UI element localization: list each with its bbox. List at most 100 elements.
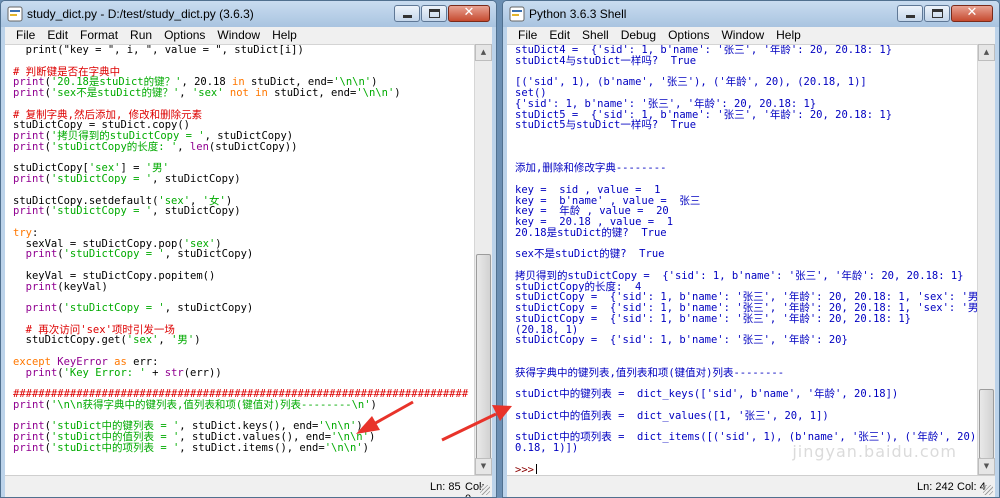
code-token: len bbox=[189, 140, 209, 153]
code-token: , stuDict.items(), end= bbox=[179, 441, 325, 454]
menu-format[interactable]: Format bbox=[74, 27, 124, 44]
code-line: print('Key Error: ' + str(err)) bbox=[13, 366, 474, 379]
shell-output-line: {'sid': 1, b'name': '张三', '年龄': 20, 20.1… bbox=[515, 97, 817, 110]
shell-output-line: stuDictCopy = {'sid': 1, b'name': '张三', … bbox=[515, 312, 912, 325]
code-token: 'sex不是stuDict的键？' bbox=[50, 87, 180, 99]
code-token: 'sex' bbox=[126, 334, 159, 347]
shell-menubar: File Edit Shell Debug Options Window Help bbox=[507, 27, 995, 44]
code-line: print('stuDictCopy = ', stuDictCopy) bbox=[13, 303, 474, 314]
close-icon: ✕ bbox=[463, 5, 475, 20]
close-button[interactable]: ✕ bbox=[448, 5, 490, 22]
shell-output-line: [('sid', 1), (b'name', '张三'), ('年龄', 20)… bbox=[515, 76, 867, 89]
menu-window[interactable]: Window bbox=[715, 27, 770, 44]
menu-shell[interactable]: Shell bbox=[576, 27, 615, 44]
editor-window[interactable]: study_dict.py - D:/test/study_dict.py (3… bbox=[0, 0, 497, 498]
editor-scroll-thumb[interactable] bbox=[476, 254, 491, 464]
code-token: print bbox=[13, 398, 45, 411]
shell-output-area[interactable]: stuDict4 = {'sid': 1, b'name': '张三', '年龄… bbox=[507, 44, 977, 475]
cursor-line-status: Ln: 85 bbox=[430, 481, 461, 493]
scroll-up-arrow-icon[interactable]: ▲ bbox=[475, 44, 492, 61]
code-token: ) bbox=[394, 87, 401, 99]
shell-output-text[interactable]: stuDict4 = {'sid': 1, b'name': '张三', '年龄… bbox=[507, 45, 977, 475]
shell-output-line: stuDict中的键列表 = dict_keys(['sid', b'name'… bbox=[515, 388, 899, 400]
editor-window-title: study_dict.py - D:/test/study_dict.py (3… bbox=[27, 7, 254, 21]
menu-file[interactable]: File bbox=[10, 27, 41, 44]
code-line: print('\n\n获得字典中的键列表,值列表和项(键值对)列表-------… bbox=[13, 398, 474, 411]
code-token: 'Key Error: ' bbox=[63, 366, 146, 379]
shell-output-line: key = sid , value = 1 bbox=[515, 183, 661, 196]
shell-window[interactable]: Python 3.6.3 Shell ✕ File Edit Shell Debug O… bbox=[502, 0, 1000, 498]
shell-output-line bbox=[515, 400, 977, 411]
code-text[interactable]: print("key = ", i, ", value = ", stuDict… bbox=[5, 45, 474, 454]
code-token: + bbox=[145, 366, 165, 379]
code-token: print bbox=[13, 87, 45, 99]
code-token: print bbox=[13, 173, 45, 185]
scroll-up-arrow-icon[interactable]: ▲ bbox=[978, 44, 995, 61]
menu-edit[interactable]: Edit bbox=[543, 27, 576, 44]
shell-output-line: stuDict中的值列表 = dict_values([1, '张三', 20,… bbox=[515, 409, 829, 422]
code-token: , bbox=[177, 140, 190, 153]
code-line: print('stuDict中的项列表 = ', stuDict.items()… bbox=[13, 441, 474, 454]
code-token: 'sex' bbox=[191, 87, 224, 99]
shell-scroll-thumb[interactable] bbox=[979, 389, 994, 459]
code-token: '\n\n获得字典中的键列表,值列表和项(键值对)列表--------\n' bbox=[50, 398, 371, 411]
scroll-down-arrow-icon[interactable]: ▼ bbox=[978, 458, 995, 475]
shell-titlebar[interactable]: Python 3.6.3 Shell ✕ bbox=[503, 1, 999, 27]
menu-edit[interactable]: Edit bbox=[41, 27, 74, 44]
maximize-icon bbox=[429, 9, 440, 18]
shell-output-line: 获得字典中的键列表,值列表和项(键值对)列表-------- bbox=[515, 366, 785, 379]
shell-output-line: stuDict5与stuDict一样吗? True bbox=[515, 119, 697, 132]
resize-grip-icon[interactable] bbox=[983, 485, 993, 495]
editor-titlebar[interactable]: study_dict.py - D:/test/study_dict.py (3… bbox=[1, 1, 496, 27]
code-token: , bbox=[179, 87, 192, 99]
scroll-down-arrow-icon[interactable]: ▼ bbox=[475, 458, 492, 475]
shell-scrollbar[interactable]: ▲ ▼ bbox=[977, 44, 995, 475]
resize-grip-icon[interactable] bbox=[480, 485, 490, 495]
code-token: , bbox=[158, 334, 172, 347]
menu-file[interactable]: File bbox=[512, 27, 543, 44]
minimize-icon bbox=[906, 15, 915, 18]
menu-options[interactable]: Options bbox=[662, 27, 715, 44]
shell-prompt-line[interactable]: >>> bbox=[515, 464, 977, 475]
python-idle-icon bbox=[7, 6, 23, 22]
minimize-button[interactable] bbox=[394, 5, 420, 22]
menu-options[interactable]: Options bbox=[158, 27, 211, 44]
shell-output-line: 20.18是stuDict的键? True bbox=[515, 226, 667, 239]
menu-help[interactable]: Help bbox=[266, 27, 303, 44]
code-token: 'stuDictCopy = ' bbox=[63, 302, 165, 314]
minimize-icon bbox=[403, 15, 412, 18]
code-token: print("key = ", i, ", value = ", stuDict… bbox=[13, 44, 304, 56]
maximize-button[interactable] bbox=[421, 5, 447, 22]
shell-output-line bbox=[515, 131, 977, 142]
editor-scrollbar[interactable]: ▲ ▼ bbox=[474, 44, 492, 475]
code-token: (err)) bbox=[183, 366, 222, 379]
code-token: '男' bbox=[171, 334, 195, 347]
close-icon: ✕ bbox=[966, 5, 978, 20]
code-editor[interactable]: print("key = ", i, ", value = ", stuDict… bbox=[5, 44, 474, 475]
shell-output-line bbox=[515, 142, 977, 153]
shell-output-line bbox=[515, 357, 977, 368]
code-token: 'stuDictCopy = ' bbox=[50, 205, 153, 218]
code-line: print('stuDictCopy = ', stuDictCopy) bbox=[13, 174, 474, 185]
menu-window[interactable]: Window bbox=[211, 27, 266, 44]
close-button[interactable]: ✕ bbox=[951, 5, 993, 22]
menu-run[interactable]: Run bbox=[124, 27, 158, 44]
code-token: , stuDictCopy) bbox=[164, 248, 254, 261]
minimize-button[interactable] bbox=[897, 5, 923, 22]
editor-menubar: File Edit Format Run Options Window Help bbox=[5, 27, 492, 44]
code-line: stuDictCopy.get('sex', '男') bbox=[13, 335, 474, 346]
code-token: , stuDictCopy) bbox=[152, 173, 241, 185]
menu-debug[interactable]: Debug bbox=[615, 27, 662, 44]
maximize-button[interactable] bbox=[924, 5, 950, 22]
code-token: 'stuDictCopy = ' bbox=[63, 248, 165, 261]
code-line: print('stuDictCopy = ', stuDictCopy) bbox=[13, 206, 474, 217]
code-token: '\n\n' bbox=[356, 87, 395, 99]
menu-help[interactable]: Help bbox=[770, 27, 807, 44]
shell-output-line: stuDictCopy = {'sid': 1, b'name': '张三', … bbox=[515, 334, 848, 347]
code-token: 'stuDict中的项列表 = ' bbox=[50, 441, 180, 454]
code-token: print bbox=[25, 248, 58, 261]
